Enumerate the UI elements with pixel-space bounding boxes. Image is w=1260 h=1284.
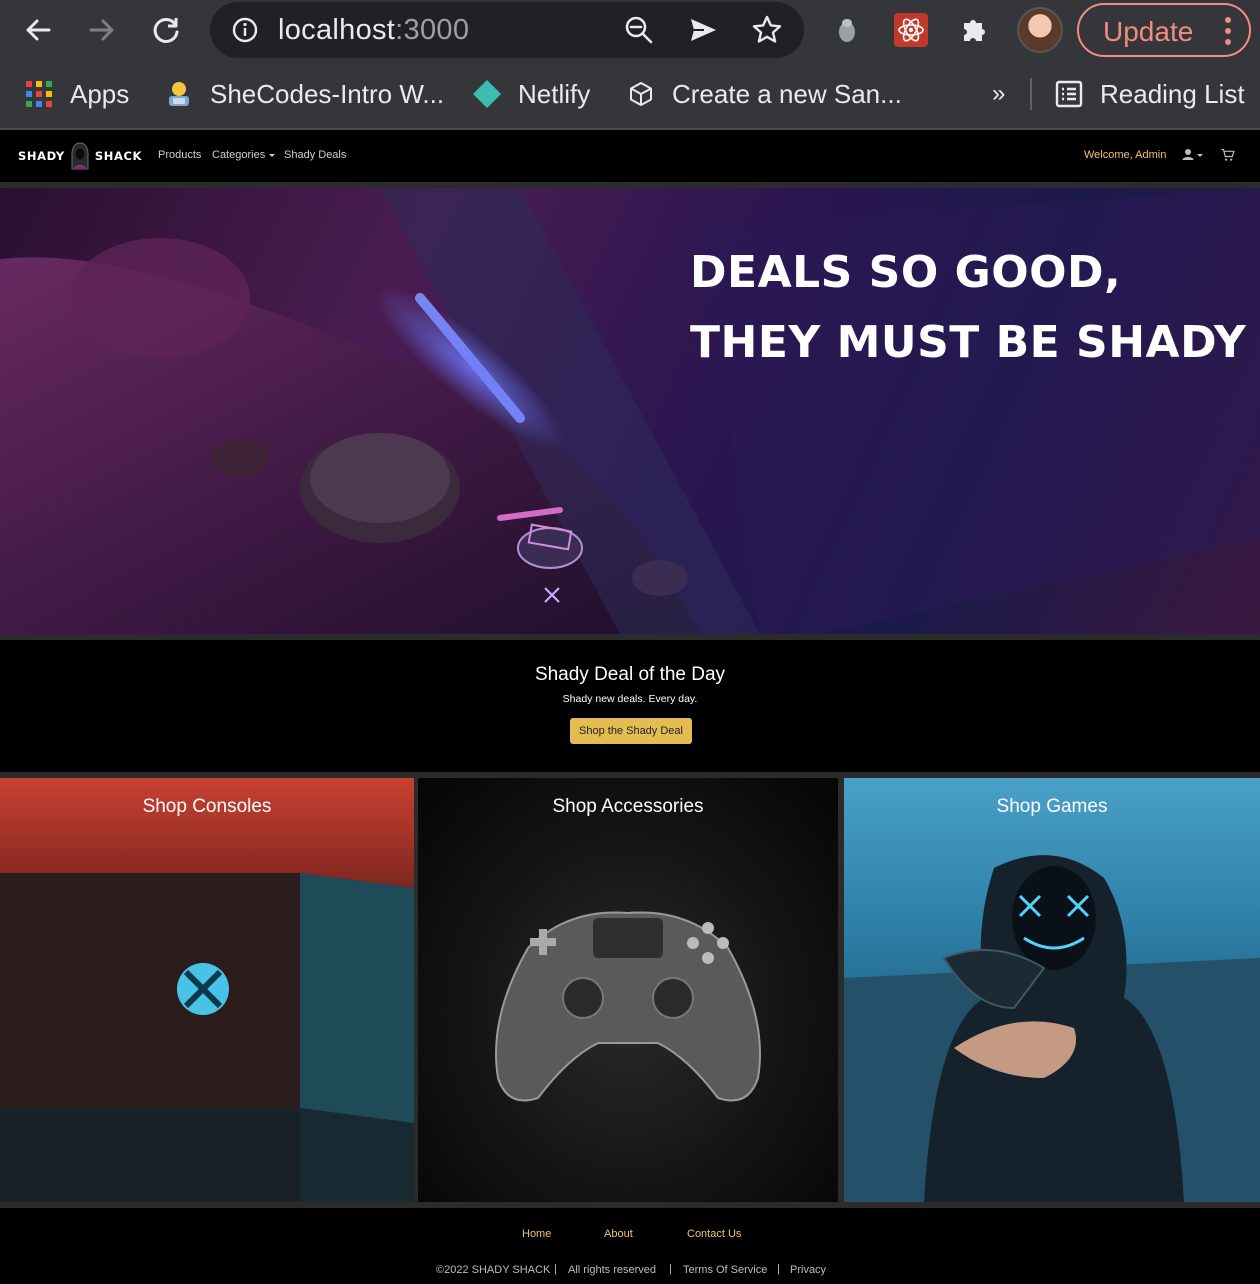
- zoom-out-icon[interactable]: [624, 15, 654, 45]
- bookmark-label: Apps: [70, 78, 130, 109]
- more-menu-icon[interactable]: [1225, 17, 1231, 50]
- url-host: localhost: [278, 14, 396, 46]
- url-text[interactable]: localhost:3000: [278, 14, 469, 47]
- chevron-down-icon: [269, 153, 276, 157]
- nav-shady-deals[interactable]: Shady Deals: [284, 149, 346, 161]
- footer-link-home[interactable]: Home: [522, 1228, 551, 1240]
- welcome-user-text: Welcome, Admin: [1084, 149, 1167, 161]
- bookmark-shecodes[interactable]: SheCodes-Intro W...: [164, 76, 444, 112]
- browser-chrome: localhost:3000 Update Apps SheCodes-Intr…: [0, 0, 1260, 130]
- logo-text-right: SHACK: [94, 149, 143, 163]
- reading-list-label: Reading List: [1100, 78, 1245, 109]
- cart-icon[interactable]: [1221, 148, 1235, 162]
- logo-text-left: SHADY: [18, 149, 65, 163]
- site-footer: Home About Contact Us ©2022 SHADY SHACK …: [0, 1208, 1260, 1284]
- masked-gamer-image: [844, 855, 1260, 1202]
- send-icon[interactable]: [688, 15, 718, 45]
- codesandbox-icon: [626, 79, 656, 109]
- deal-of-the-day-section: Shady Deal of the Day Shady new deals. E…: [0, 640, 1260, 772]
- reading-list-button[interactable]: Reading List: [1054, 76, 1245, 112]
- back-arrow-icon[interactable]: [18, 10, 58, 50]
- hero-headline: DEALS SO GOOD, THEY MUST BE SHADY: [690, 238, 1246, 378]
- bug-extension-icon[interactable]: [829, 12, 865, 48]
- bookmark-apps[interactable]: Apps: [24, 76, 129, 112]
- user-menu-icon[interactable]: [1182, 148, 1206, 162]
- star-icon[interactable]: [752, 15, 782, 45]
- tile-title-consoles: Shop Consoles: [142, 796, 272, 817]
- shecodes-icon: [164, 79, 194, 109]
- footer-link-contact[interactable]: Contact Us: [687, 1228, 741, 1240]
- update-button[interactable]: Update: [1077, 3, 1251, 57]
- footer-link-privacy[interactable]: Privacy: [790, 1264, 826, 1276]
- bookmarks-overflow-button[interactable]: »: [992, 76, 1005, 112]
- hero-line-2: THEY MUST BE SHADY: [690, 317, 1247, 368]
- bookmarks-bar: Apps SheCodes-Intro W... Netlify Create …: [0, 62, 1260, 128]
- footer-separator: |: [777, 1263, 780, 1275]
- site-navbar: SHADY SHACK Products Categories Shady De…: [0, 130, 1260, 182]
- puzzle-extensions-icon[interactable]: [957, 12, 993, 48]
- nav-products[interactable]: Products: [158, 149, 201, 161]
- update-label: Update: [1103, 16, 1194, 47]
- footer-separator: |: [554, 1263, 557, 1275]
- hooded-figure-icon: [71, 142, 89, 170]
- forward-arrow-icon[interactable]: [82, 10, 122, 50]
- footer-link-about[interactable]: About: [604, 1228, 633, 1240]
- xbox-console-image: [0, 873, 414, 1202]
- footer-rights: All rights reserved: [568, 1264, 657, 1276]
- bookmark-codesandbox[interactable]: Create a new San...: [626, 76, 902, 112]
- footer-separator: |: [669, 1263, 672, 1275]
- shop-accessories-tile[interactable]: Shop Accessories: [418, 778, 838, 1202]
- nav-categories-label: Categories: [212, 149, 266, 161]
- tile-title-games: Shop Games: [996, 796, 1108, 817]
- browser-toolbar: localhost:3000 Update: [0, 0, 1260, 62]
- netlify-icon: [472, 79, 502, 109]
- profile-avatar[interactable]: [1017, 7, 1063, 53]
- address-bar[interactable]: localhost:3000: [210, 2, 804, 58]
- gamepad-image: [495, 911, 761, 1102]
- apps-grid-icon: [24, 79, 54, 109]
- bookmark-netlify[interactable]: Netlify: [472, 76, 590, 112]
- bookmark-label: Netlify: [518, 78, 591, 109]
- tile-title-accessories: Shop Accessories: [552, 796, 704, 817]
- bookmark-label: Create a new San...: [672, 78, 902, 109]
- footer-copyright: ©2022 SHADY SHACK: [436, 1264, 551, 1276]
- hero-line-1: DEALS SO GOOD,: [690, 247, 1122, 298]
- info-icon[interactable]: [232, 17, 258, 47]
- shop-consoles-tile[interactable]: Shop Consoles: [0, 778, 414, 1202]
- reload-icon[interactable]: [146, 10, 186, 50]
- footer-link-terms[interactable]: Terms Of Service: [683, 1264, 767, 1276]
- site-logo[interactable]: SHADY SHACK: [18, 142, 142, 170]
- url-port: :3000: [395, 14, 470, 46]
- bookmarks-divider: [1030, 78, 1032, 110]
- nav-categories-dropdown[interactable]: Categories: [212, 149, 276, 161]
- shop-games-tile[interactable]: Shop Games: [844, 778, 1260, 1202]
- shop-shady-deal-button[interactable]: Shop the Shady Deal: [570, 718, 692, 744]
- hero-banner: DEALS SO GOOD, THEY MUST BE SHADY: [0, 188, 1260, 634]
- deal-title: Shady Deal of the Day: [534, 664, 726, 685]
- react-devtools-icon[interactable]: [893, 12, 929, 48]
- reading-list-icon: [1054, 79, 1084, 109]
- bookmark-label: SheCodes-Intro W...: [210, 78, 445, 109]
- deal-subtitle: Shady new deals. Every day.: [562, 693, 698, 705]
